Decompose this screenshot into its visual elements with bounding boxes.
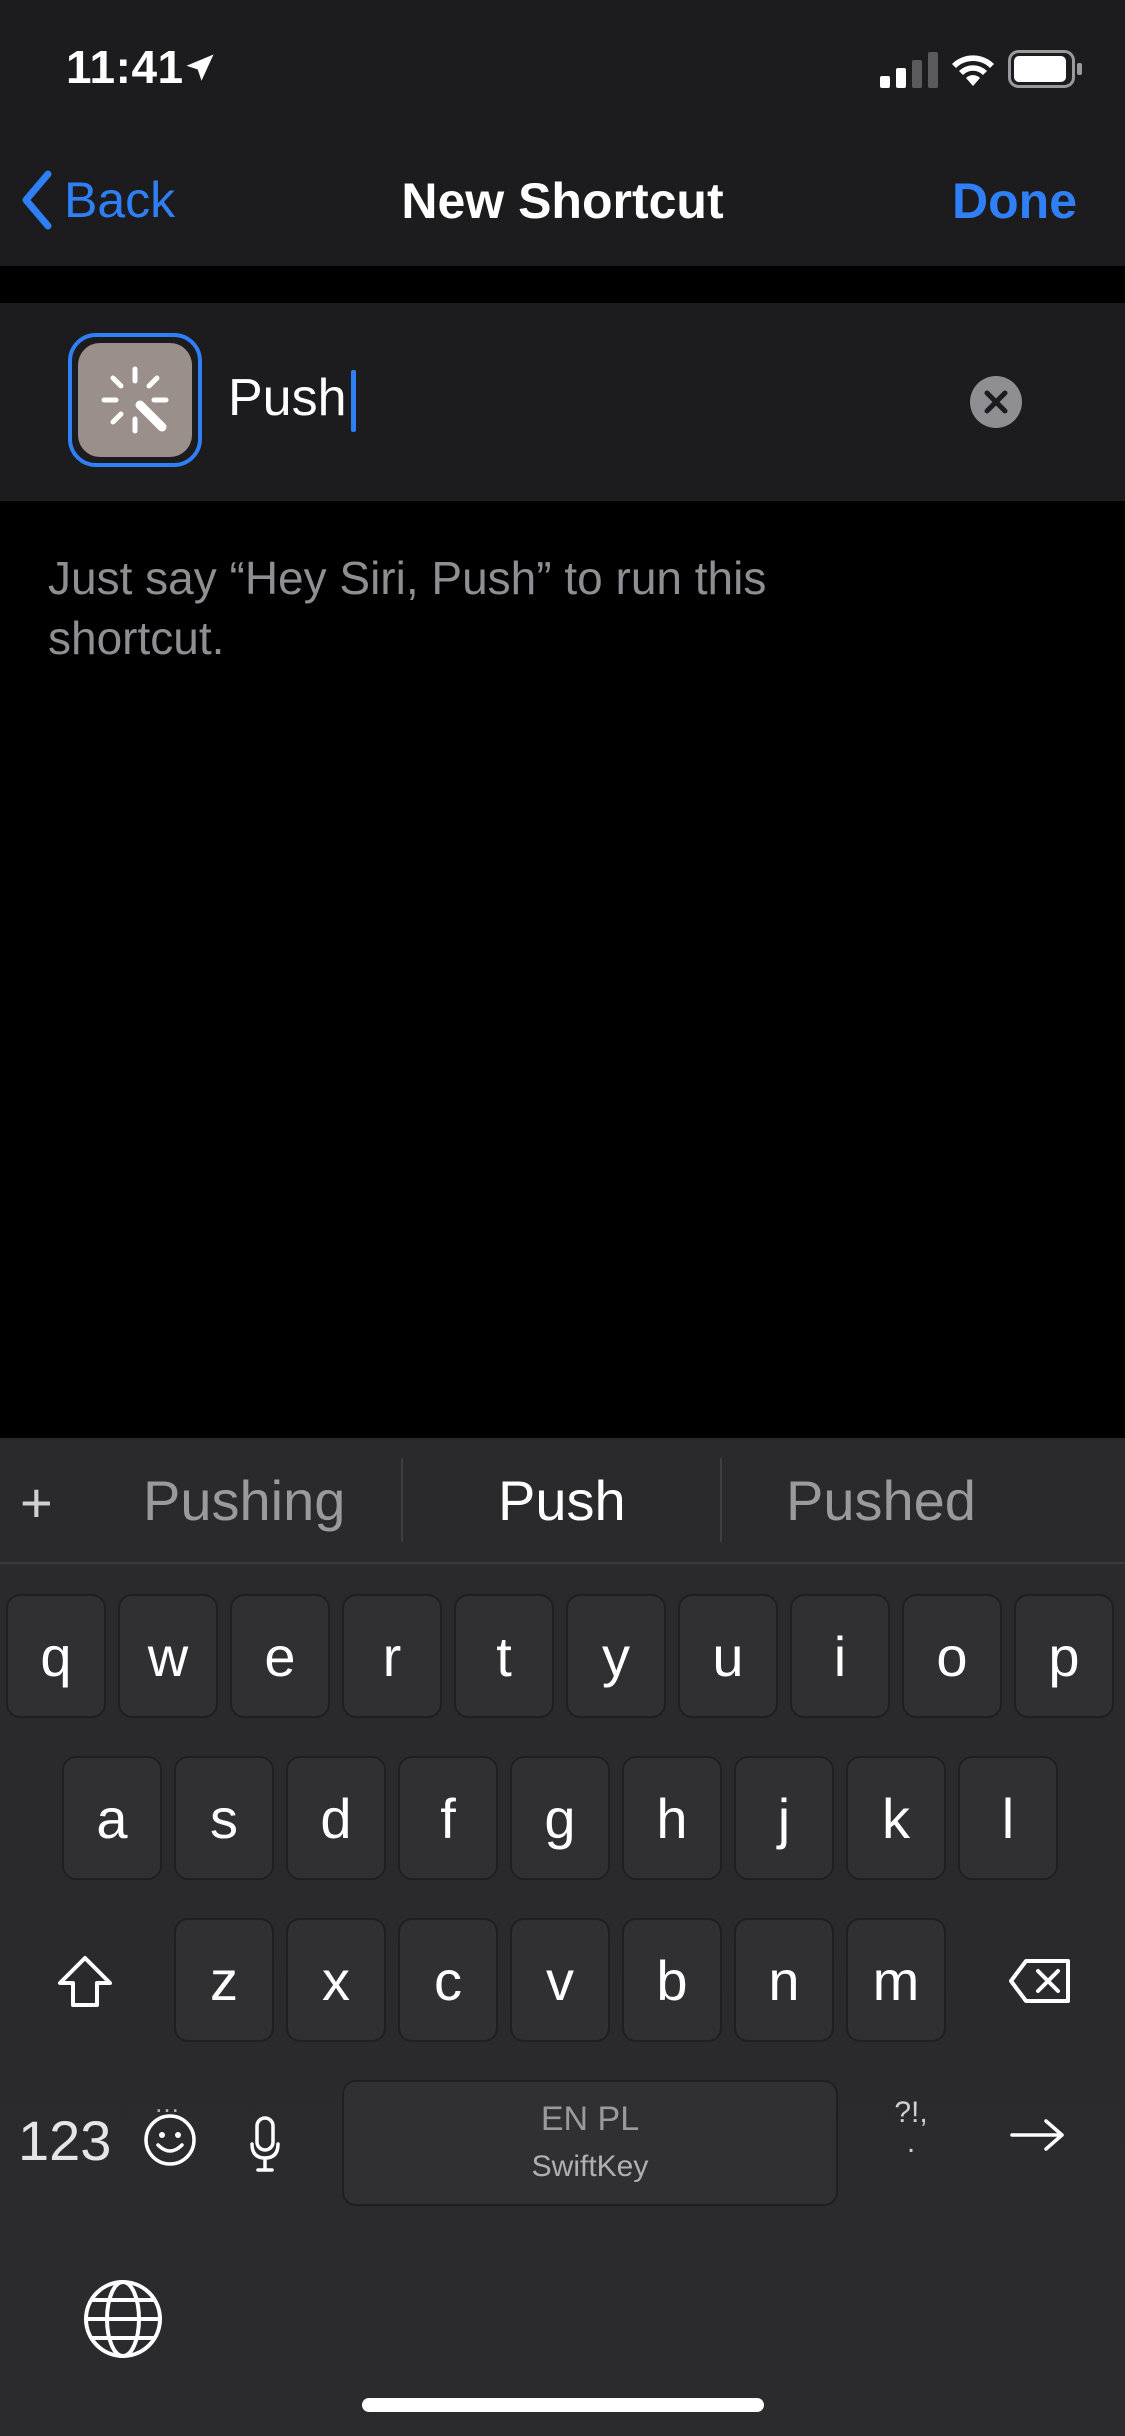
suggestion-1[interactable]: Pushing: [143, 1468, 345, 1533]
key[interactable]: w: [118, 1594, 218, 1718]
shift-icon[interactable]: [56, 1955, 114, 2009]
punctuation-key[interactable]: ?!, .: [884, 2098, 938, 2168]
key[interactable]: q: [6, 1594, 106, 1718]
key[interactable]: y: [566, 1594, 666, 1718]
suggestion-separator: [720, 1458, 722, 1542]
location-arrow-icon: [186, 54, 214, 81]
key[interactable]: i: [790, 1594, 890, 1718]
space-brand: SwiftKey: [531, 2150, 649, 2183]
key[interactable]: n: [734, 1918, 834, 2042]
key[interactable]: x: [286, 1918, 386, 2042]
key[interactable]: r: [342, 1594, 442, 1718]
key[interactable]: k: [846, 1756, 946, 1880]
numbers-key[interactable]: 123: [18, 2108, 111, 2173]
space-bar[interactable]: EN PL SwiftKey: [342, 2080, 838, 2206]
punctuation-dot: .: [906, 2126, 916, 2159]
arrow-right-icon[interactable]: [1010, 2118, 1066, 2152]
punctuation-label: ?!,: [894, 2096, 928, 2129]
key[interactable]: l: [958, 1756, 1058, 1880]
key[interactable]: s: [174, 1756, 274, 1880]
plus-icon[interactable]: +: [20, 1470, 53, 1535]
key[interactable]: f: [398, 1756, 498, 1880]
magic-wand-icon: [78, 343, 192, 457]
key[interactable]: z: [174, 1918, 274, 2042]
suggestion-3[interactable]: Pushed: [786, 1468, 976, 1533]
home-indicator[interactable]: [362, 2398, 764, 2412]
battery-icon: [1008, 50, 1082, 88]
suggestion-separator: [401, 1458, 403, 1542]
key[interactable]: d: [286, 1756, 386, 1880]
space-language: EN PL: [540, 2100, 640, 2138]
backspace-icon[interactable]: [1008, 1958, 1072, 2004]
done-button[interactable]: Done: [952, 172, 1077, 230]
key[interactable]: p: [1014, 1594, 1114, 1718]
key[interactable]: u: [678, 1594, 778, 1718]
microphone-icon[interactable]: [250, 2116, 280, 2172]
key[interactable]: t: [454, 1594, 554, 1718]
cellular-signal-icon: [880, 52, 938, 88]
globe-icon[interactable]: [82, 2278, 164, 2360]
key[interactable]: e: [230, 1594, 330, 1718]
wifi-icon: [952, 55, 994, 86]
key[interactable]: o: [902, 1594, 1002, 1718]
key[interactable]: b: [622, 1918, 722, 2042]
key[interactable]: j: [734, 1756, 834, 1880]
close-icon: [984, 390, 1008, 414]
key[interactable]: g: [510, 1756, 610, 1880]
key[interactable]: h: [622, 1756, 722, 1880]
key[interactable]: m: [846, 1918, 946, 2042]
suggestion-2[interactable]: Push: [498, 1468, 626, 1533]
status-time: 11:41: [66, 41, 184, 93]
clear-text-button[interactable]: [970, 376, 1022, 428]
text-cursor: [351, 370, 356, 432]
shortcut-name-input[interactable]: Push: [228, 368, 347, 428]
key[interactable]: a: [62, 1756, 162, 1880]
siri-hint-text: Just say “Hey Siri, Push” to run this sh…: [48, 552, 767, 664]
key[interactable]: v: [510, 1918, 610, 2042]
key[interactable]: c: [398, 1918, 498, 2042]
emoji-icon[interactable]: [142, 2112, 198, 2168]
